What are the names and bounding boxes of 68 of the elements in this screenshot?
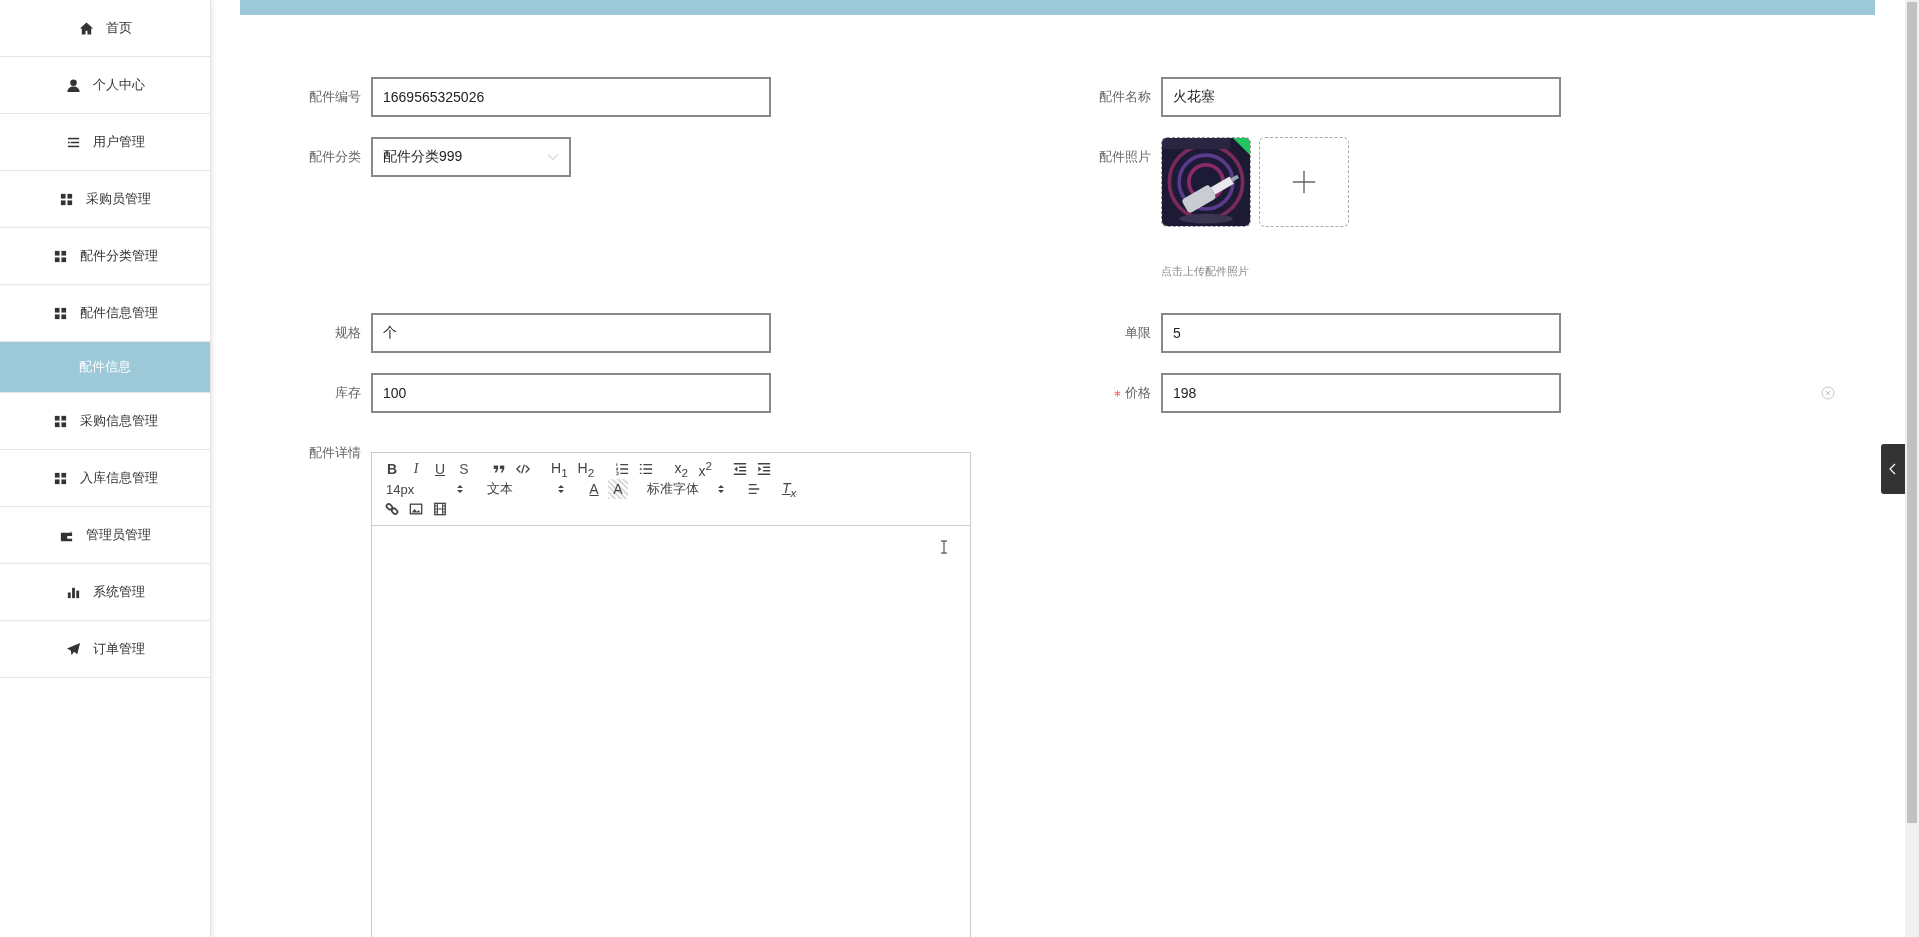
sidebar-item[interactable]: 管理员管理 (0, 507, 210, 564)
input-field[interactable]: 5 (1161, 313, 1561, 353)
sidebar-item[interactable]: 配件分类管理 (0, 228, 210, 285)
input-field[interactable]: 火花塞 (1161, 77, 1561, 117)
code-icon (516, 462, 530, 476)
sidebar-item[interactable]: 首页 (0, 0, 210, 57)
grid-icon (52, 470, 68, 486)
field-label: 配件照片 (1099, 148, 1151, 166)
field-label: 配件详情 (309, 444, 361, 462)
select-field[interactable]: 配件分类999 (371, 137, 571, 177)
up-down-icon (717, 483, 725, 495)
format-picker[interactable]: 文本 (483, 480, 569, 498)
field-label: 价格 (1125, 384, 1151, 402)
chevron-left-icon (1889, 463, 1897, 475)
plain-button[interactable]: x$^{2}$ (695, 459, 716, 479)
paper-plane-icon (65, 641, 81, 657)
plain-button[interactable]: H$_{2}$ (574, 459, 598, 479)
sidebar-item[interactable]: 用户管理 (0, 114, 210, 171)
bold-button[interactable]: B (382, 459, 402, 479)
collapse-tab[interactable] (1881, 444, 1905, 494)
field-label: 库存 (335, 384, 361, 402)
outdent-icon (733, 462, 748, 476)
upload-hint: 点击上传配件照片 (1161, 264, 1250, 279)
chevron-down-icon (547, 153, 559, 161)
image-icon (409, 502, 423, 516)
up-down-icon (456, 483, 464, 495)
input-field[interactable]: 1669565325026 (371, 77, 771, 117)
sidebar-item[interactable]: 个人中心 (0, 57, 210, 114)
plus-icon (1290, 168, 1318, 196)
format-picker[interactable]: 14px (382, 481, 468, 497)
italic-button[interactable]: I (406, 459, 426, 479)
bullet-list-icon (639, 462, 654, 476)
sidebar-item[interactable]: 采购员管理 (0, 171, 210, 228)
input-field[interactable]: 100 (371, 373, 771, 413)
field-label: 单限 (1125, 324, 1151, 342)
color-button[interactable]: A (584, 479, 604, 499)
sidebar-item[interactable]: 采购信息管理 (0, 393, 210, 450)
film-icon (433, 502, 447, 516)
input-field[interactable]: 198 (1161, 373, 1561, 413)
link-icon (385, 502, 399, 516)
field-label: 配件名称 (1099, 88, 1151, 106)
grid-icon (59, 191, 74, 207)
sidebar-item[interactable]: 订单管理 (0, 621, 210, 678)
up-down-icon (557, 483, 565, 495)
field-label: 规格 (335, 324, 361, 342)
indent-icon (757, 462, 772, 476)
underline-button[interactable]: U (430, 459, 450, 479)
numbered-list-icon (615, 462, 630, 476)
grid-icon (52, 248, 68, 264)
scrollbar[interactable] (1905, 0, 1919, 937)
background-button[interactable]: A (608, 479, 628, 499)
input-field[interactable]: 个 (371, 313, 771, 353)
grid-icon (52, 305, 68, 321)
align-left-icon (747, 482, 761, 496)
format-picker[interactable]: 标准字体 (643, 480, 729, 498)
sidebar-item[interactable]: 系统管理 (0, 564, 210, 621)
home-icon (78, 20, 94, 36)
required-asterisk-icon (1114, 389, 1121, 397)
field-label: 配件分类 (309, 148, 361, 166)
strike-button[interactable]: S (454, 459, 474, 479)
field-label: 配件编号 (309, 88, 361, 106)
user-icon (65, 77, 81, 93)
sidebar-item[interactable]: 入库信息管理 (0, 450, 210, 507)
clean-button[interactable]: T$_{x}$ (779, 479, 800, 499)
plain-button[interactable]: H$_{1}$ (548, 459, 571, 479)
plain-button[interactable]: x$_{2}$ (671, 459, 692, 479)
text-cursor-icon (940, 540, 948, 554)
grid-icon (52, 413, 68, 429)
